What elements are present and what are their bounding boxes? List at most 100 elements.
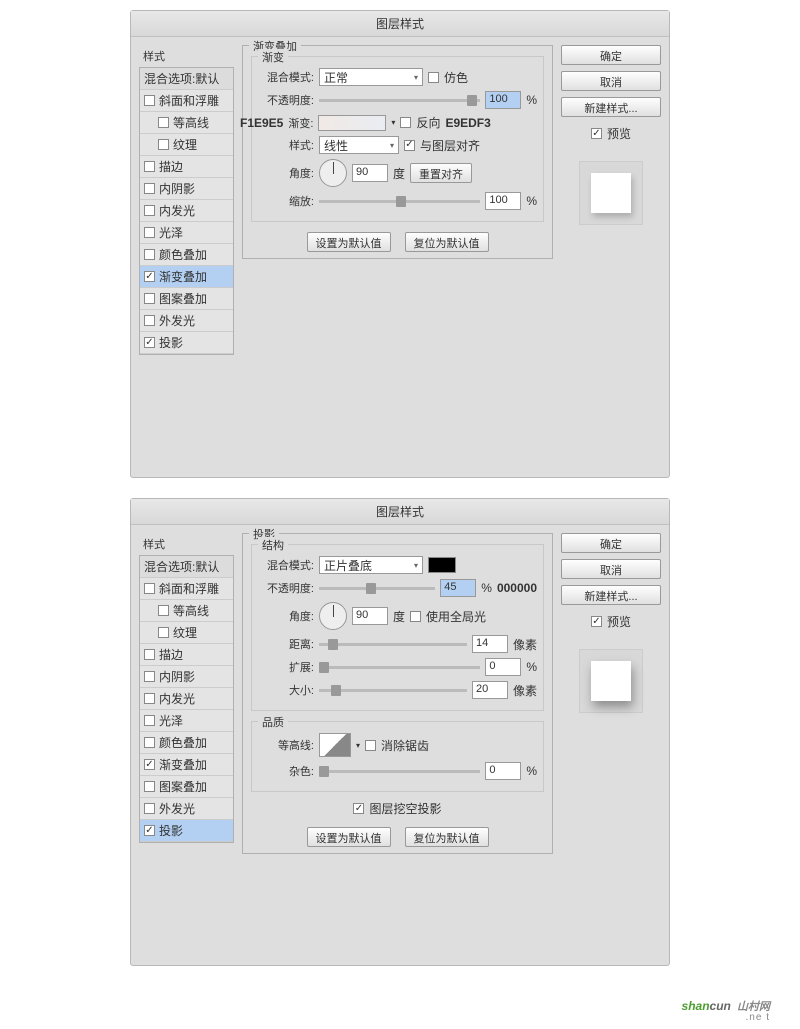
style-checkbox[interactable]: [158, 139, 169, 150]
style-checkbox[interactable]: [144, 315, 155, 326]
cancel-button[interactable]: 取消: [561, 71, 661, 91]
align-checkbox[interactable]: [404, 140, 415, 151]
style-item[interactable]: 颜色叠加: [140, 244, 233, 266]
style-item[interactable]: 内发光: [140, 200, 233, 222]
style-item[interactable]: 渐变叠加: [140, 754, 233, 776]
style-checkbox[interactable]: [144, 803, 155, 814]
size-slider[interactable]: [319, 689, 467, 692]
reverse-checkbox[interactable]: [400, 117, 411, 128]
style-item[interactable]: 斜面和浮雕: [140, 578, 233, 600]
style-checkbox[interactable]: [144, 583, 155, 594]
reset-default-button[interactable]: 复位为默认值: [405, 232, 489, 252]
style-item[interactable]: 内发光: [140, 688, 233, 710]
style-checkbox[interactable]: [144, 671, 155, 682]
dither-checkbox[interactable]: [428, 72, 439, 83]
style-item[interactable]: 投影: [140, 332, 233, 354]
noise-input[interactable]: 0: [485, 762, 521, 780]
style-checkbox[interactable]: [144, 649, 155, 660]
style-item[interactable]: 光泽: [140, 710, 233, 732]
style-item[interactable]: 渐变叠加: [140, 266, 233, 288]
noise-slider[interactable]: [319, 770, 480, 773]
preview-checkbox[interactable]: [591, 128, 602, 139]
knockout-checkbox[interactable]: [353, 803, 364, 814]
style-checkbox[interactable]: [144, 715, 155, 726]
blend-options-header[interactable]: 混合选项:默认: [140, 556, 233, 578]
blend-options-header[interactable]: 混合选项:默认: [140, 68, 233, 90]
distance-slider[interactable]: [319, 643, 467, 646]
set-default-button[interactable]: 设置为默认值: [307, 827, 391, 847]
size-input[interactable]: 20: [472, 681, 508, 699]
buttons-column: 确定 取消 新建样式... 预览: [561, 533, 661, 957]
ok-button[interactable]: 确定: [561, 45, 661, 65]
style-checkbox[interactable]: [144, 759, 155, 770]
blend-mode-select[interactable]: 正片叠底▾: [319, 556, 423, 574]
style-item[interactable]: 投影: [140, 820, 233, 842]
style-item[interactable]: 光泽: [140, 222, 233, 244]
gradient-swatch[interactable]: [318, 115, 386, 131]
style-item[interactable]: 等高线: [140, 112, 233, 134]
style-item-label: 外发光: [159, 800, 195, 817]
style-checkbox[interactable]: [144, 227, 155, 238]
style-item[interactable]: 纹理: [140, 622, 233, 644]
style-item[interactable]: 描边: [140, 156, 233, 178]
angle-dial[interactable]: [319, 602, 347, 630]
style-checkbox[interactable]: [158, 627, 169, 638]
style-item[interactable]: 内阴影: [140, 666, 233, 688]
style-checkbox[interactable]: [158, 605, 169, 616]
style-checkbox[interactable]: [144, 183, 155, 194]
style-item-label: 渐变叠加: [159, 268, 207, 285]
spread-slider[interactable]: [319, 666, 480, 669]
style-item[interactable]: 外发光: [140, 310, 233, 332]
style-checkbox[interactable]: [144, 737, 155, 748]
style-checkbox[interactable]: [144, 161, 155, 172]
style-checkbox[interactable]: [144, 337, 155, 348]
style-checkbox[interactable]: [158, 117, 169, 128]
style-item[interactable]: 图案叠加: [140, 776, 233, 798]
distance-input[interactable]: 14: [472, 635, 508, 653]
preview-checkbox[interactable]: [591, 616, 602, 627]
style-item[interactable]: 内阴影: [140, 178, 233, 200]
reset-default-button[interactable]: 复位为默认值: [405, 827, 489, 847]
reset-align-button[interactable]: 重置对齐: [410, 163, 472, 183]
scale-input[interactable]: 100: [485, 192, 521, 210]
ok-button[interactable]: 确定: [561, 533, 661, 553]
color-annotation-right: E9EDF3: [445, 116, 490, 130]
antialias-checkbox[interactable]: [365, 740, 376, 751]
set-default-button[interactable]: 设置为默认值: [307, 232, 391, 252]
blend-mode-select[interactable]: 正常▾: [319, 68, 423, 86]
style-item[interactable]: 颜色叠加: [140, 732, 233, 754]
style-item[interactable]: 等高线: [140, 600, 233, 622]
scale-slider[interactable]: [319, 200, 480, 203]
style-checkbox[interactable]: [144, 781, 155, 792]
style-item[interactable]: 图案叠加: [140, 288, 233, 310]
spread-input[interactable]: 0: [485, 658, 521, 676]
distance-label: 距离:: [258, 636, 314, 652]
angle-input[interactable]: 90: [352, 607, 388, 625]
shadow-color-swatch[interactable]: [428, 557, 456, 573]
style-checkbox[interactable]: [144, 693, 155, 704]
style-checkbox[interactable]: [144, 95, 155, 106]
new-style-button[interactable]: 新建样式...: [561, 97, 661, 117]
style-checkbox[interactable]: [144, 825, 155, 836]
opacity-input[interactable]: 100: [485, 91, 521, 109]
style-item[interactable]: 描边: [140, 644, 233, 666]
style-select[interactable]: 线性▾: [319, 136, 399, 154]
cancel-button[interactable]: 取消: [561, 559, 661, 579]
style-item[interactable]: 纹理: [140, 134, 233, 156]
style-checkbox[interactable]: [144, 293, 155, 304]
contour-picker[interactable]: [319, 733, 351, 757]
new-style-button[interactable]: 新建样式...: [561, 585, 661, 605]
buttons-column: 确定 取消 新建样式... 预览: [561, 45, 661, 469]
opacity-input[interactable]: 45: [440, 579, 476, 597]
style-item-label: 颜色叠加: [159, 246, 207, 263]
opacity-slider[interactable]: [319, 99, 480, 102]
global-light-checkbox[interactable]: [410, 611, 421, 622]
angle-input[interactable]: 90: [352, 164, 388, 182]
style-item[interactable]: 外发光: [140, 798, 233, 820]
style-checkbox[interactable]: [144, 249, 155, 260]
style-item[interactable]: 斜面和浮雕: [140, 90, 233, 112]
opacity-slider[interactable]: [319, 587, 435, 590]
style-checkbox[interactable]: [144, 205, 155, 216]
style-checkbox[interactable]: [144, 271, 155, 282]
angle-dial[interactable]: [319, 159, 347, 187]
